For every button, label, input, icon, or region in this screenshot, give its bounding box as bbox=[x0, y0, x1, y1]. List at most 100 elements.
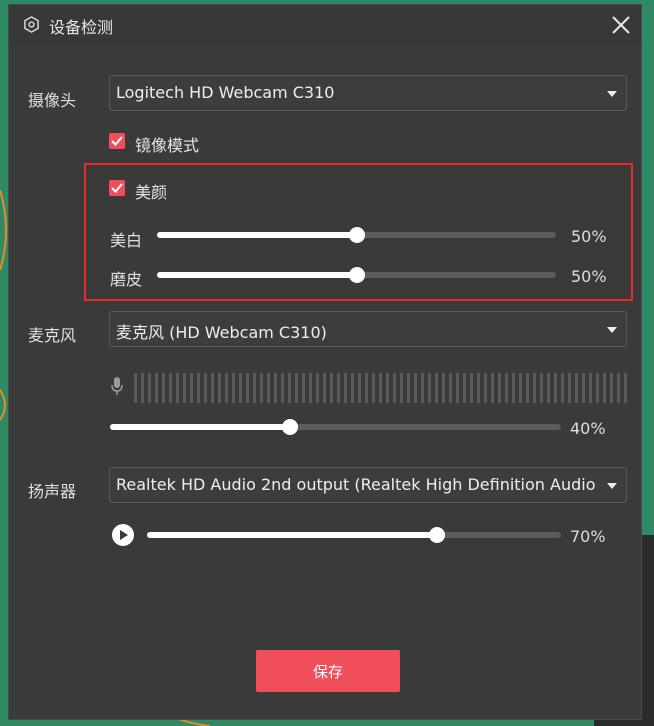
speaker-volume-thumb[interactable] bbox=[428, 527, 445, 543]
meter-bar bbox=[491, 373, 494, 403]
microphone-volume-value: 40% bbox=[570, 419, 606, 438]
play-icon[interactable] bbox=[111, 523, 135, 547]
meter-bar bbox=[561, 373, 564, 403]
microphone-select-value: 麦克风 (HD Webcam C310) bbox=[116, 323, 327, 342]
meter-bar bbox=[386, 373, 389, 403]
meter-bar bbox=[351, 373, 354, 403]
meter-bar bbox=[512, 373, 515, 403]
meter-bar bbox=[183, 373, 186, 403]
meter-bar bbox=[190, 373, 193, 403]
dialog-title: 设备检测 bbox=[49, 18, 114, 37]
meter-bar bbox=[463, 373, 466, 403]
chevron-down-icon bbox=[607, 483, 617, 489]
chevron-down-icon bbox=[607, 327, 617, 333]
mirror-label: 镜像模式 bbox=[135, 136, 200, 155]
whitening-slider[interactable] bbox=[157, 227, 556, 243]
chevron-down-icon bbox=[607, 91, 617, 97]
meter-bar bbox=[519, 373, 522, 403]
meter-bar bbox=[477, 373, 480, 403]
check-icon bbox=[111, 136, 123, 146]
meter-bar bbox=[365, 373, 368, 403]
check-icon bbox=[111, 183, 123, 193]
microphone-volume-slider[interactable] bbox=[110, 419, 561, 435]
microphone-volume-thumb[interactable] bbox=[282, 419, 299, 435]
meter-bar bbox=[148, 373, 151, 403]
meter-bar bbox=[449, 373, 452, 403]
meter-bar bbox=[358, 373, 361, 403]
title-bar: 设备检测 bbox=[9, 5, 641, 45]
meter-bar bbox=[372, 373, 375, 403]
smoothing-slider-thumb[interactable] bbox=[348, 267, 365, 283]
device-check-dialog: 设备检测 摄像头 Logitech HD Webcam C310 镜像模式 美颜… bbox=[8, 4, 642, 720]
meter-bar bbox=[568, 373, 571, 403]
microphone-select[interactable]: 麦克风 (HD Webcam C310) bbox=[109, 311, 627, 347]
meter-bar bbox=[617, 373, 620, 403]
settings-icon bbox=[24, 16, 39, 33]
meter-bar bbox=[323, 373, 326, 403]
smoothing-slider-fill bbox=[157, 272, 357, 278]
meter-bar bbox=[246, 373, 249, 403]
close-icon[interactable] bbox=[607, 11, 635, 39]
whitening-slider-fill bbox=[157, 232, 357, 238]
meter-bar bbox=[505, 373, 508, 403]
meter-bar bbox=[344, 373, 347, 403]
speaker-volume-value: 70% bbox=[570, 527, 606, 546]
speaker-select[interactable]: Realtek HD Audio 2nd output (Realtek Hig… bbox=[109, 467, 627, 503]
meter-bar bbox=[330, 373, 333, 403]
meter-bar bbox=[302, 373, 305, 403]
meter-bar bbox=[407, 373, 410, 403]
meter-bar bbox=[197, 373, 200, 403]
microphone-volume-fill bbox=[110, 424, 291, 430]
meter-bar bbox=[288, 373, 291, 403]
meter-bar bbox=[498, 373, 501, 403]
meter-bar bbox=[225, 373, 228, 403]
camera-select[interactable]: Logitech HD Webcam C310 bbox=[109, 75, 627, 111]
meter-bar bbox=[484, 373, 487, 403]
meter-bar bbox=[379, 373, 382, 403]
meter-bar bbox=[337, 373, 340, 403]
smoothing-value: 50% bbox=[571, 267, 607, 286]
meter-bar bbox=[218, 373, 221, 403]
meter-bar bbox=[547, 373, 550, 403]
meter-bar bbox=[267, 373, 270, 403]
meter-bar bbox=[554, 373, 557, 403]
meter-bar bbox=[456, 373, 459, 403]
save-button[interactable]: 保存 bbox=[256, 650, 400, 692]
meter-bar bbox=[575, 373, 578, 403]
meter-bar bbox=[589, 373, 592, 403]
meter-bar bbox=[421, 373, 424, 403]
meter-bar bbox=[239, 373, 242, 403]
meter-bar bbox=[610, 373, 613, 403]
whitening-value: 50% bbox=[571, 227, 607, 246]
whitening-slider-thumb[interactable] bbox=[348, 227, 365, 243]
meter-bar bbox=[260, 373, 263, 403]
camera-select-value: Logitech HD Webcam C310 bbox=[116, 83, 335, 102]
meter-bar bbox=[470, 373, 473, 403]
speaker-label: 扬声器 bbox=[28, 482, 77, 501]
meter-bar bbox=[526, 373, 529, 403]
meter-bar bbox=[442, 373, 445, 403]
meter-bar bbox=[281, 373, 284, 403]
meter-bar bbox=[393, 373, 396, 403]
meter-bar bbox=[414, 373, 417, 403]
meter-bar bbox=[435, 373, 438, 403]
meter-bar bbox=[596, 373, 599, 403]
beauty-checkbox[interactable] bbox=[109, 180, 125, 196]
speaker-volume-slider[interactable] bbox=[147, 527, 561, 543]
microphone-level-meter bbox=[134, 373, 630, 403]
meter-bar bbox=[204, 373, 207, 403]
smoothing-label: 磨皮 bbox=[110, 270, 143, 289]
microphone-label: 麦克风 bbox=[28, 326, 77, 345]
meter-bar bbox=[582, 373, 585, 403]
meter-bar bbox=[176, 373, 179, 403]
mirror-checkbox[interactable] bbox=[109, 133, 125, 149]
smoothing-slider[interactable] bbox=[157, 267, 556, 283]
meter-bar bbox=[134, 373, 137, 403]
meter-bar bbox=[232, 373, 235, 403]
meter-bar bbox=[540, 373, 543, 403]
meter-bar bbox=[295, 373, 298, 403]
meter-bar bbox=[162, 373, 165, 403]
camera-label: 摄像头 bbox=[28, 91, 77, 110]
speaker-select-value: Realtek HD Audio 2nd output (Realtek Hig… bbox=[116, 475, 596, 494]
meter-bar bbox=[141, 373, 144, 403]
